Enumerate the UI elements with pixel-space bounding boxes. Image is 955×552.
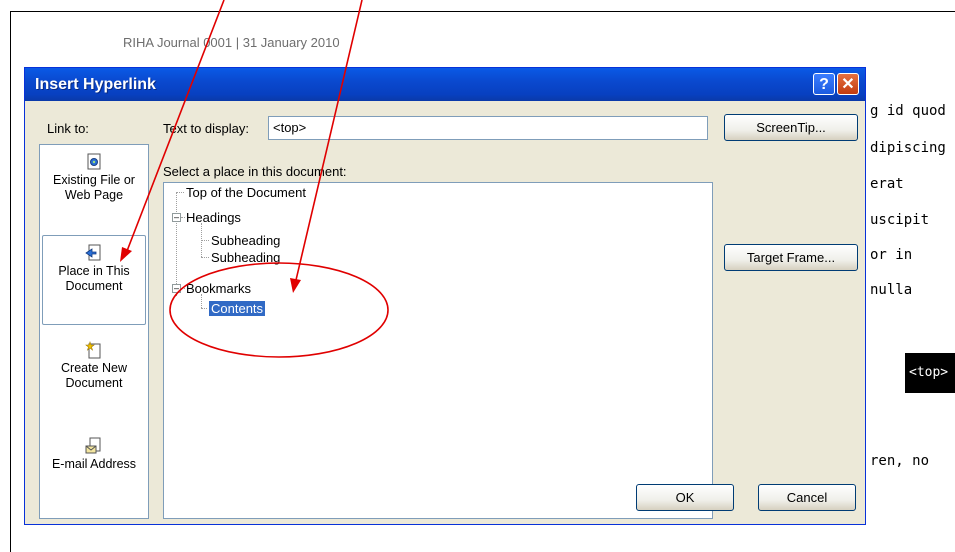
place-in-document-icon bbox=[85, 244, 101, 261]
dialog-title-bar[interactable]: Insert Hyperlink ? ✕ bbox=[25, 68, 865, 101]
document-text-line: dipiscing bbox=[870, 140, 946, 156]
tree-connector bbox=[201, 294, 202, 308]
new-document-icon bbox=[85, 341, 101, 359]
document-text-line: ren, no bbox=[870, 453, 930, 469]
tree-connector bbox=[201, 240, 209, 241]
top-bookmark-tag: <top> bbox=[905, 353, 955, 393]
tree-connector bbox=[201, 257, 209, 258]
ok-button[interactable]: OK bbox=[636, 484, 734, 511]
email-icon bbox=[85, 437, 101, 454]
tree-connector bbox=[176, 192, 177, 296]
text-to-display-label: Text to display: bbox=[163, 121, 249, 136]
tree-node-top[interactable]: Top of the Document bbox=[186, 185, 306, 200]
document-text-line: uscipit bbox=[870, 212, 930, 228]
close-button[interactable]: ✕ bbox=[837, 73, 859, 95]
tree-node-contents[interactable]: Contents bbox=[207, 300, 267, 317]
tree-node-bookmarks[interactable]: Bookmarks bbox=[186, 281, 251, 296]
text-to-display-input[interactable]: <top> bbox=[268, 116, 708, 140]
collapse-icon[interactable]: – bbox=[172, 213, 181, 222]
document-place-tree[interactable]: Top of the Document – Headings Subheadin… bbox=[163, 182, 713, 519]
document-text-line: nulla bbox=[870, 282, 913, 298]
cancel-button[interactable]: Cancel bbox=[758, 484, 856, 511]
link-option-label: Existing File or Web Page bbox=[53, 173, 135, 202]
link-option-email[interactable]: E-mail Address bbox=[40, 437, 148, 472]
tree-connector bbox=[181, 288, 185, 289]
document-text-line: or in bbox=[870, 247, 913, 263]
document-text-line: erat bbox=[870, 176, 904, 192]
link-option-label: E-mail Address bbox=[51, 457, 137, 471]
existing-file-icon bbox=[87, 153, 101, 170]
link-to-bar: Existing File or Web Page Place in This … bbox=[39, 144, 149, 519]
target-frame-button[interactable]: Target Frame... bbox=[724, 244, 858, 271]
link-option-label: Place in This Document bbox=[58, 264, 130, 293]
select-place-label: Select a place in this document: bbox=[163, 164, 347, 179]
insert-hyperlink-dialog: Insert Hyperlink ? ✕ Link to: Text to di… bbox=[24, 67, 866, 525]
collapse-icon[interactable]: – bbox=[172, 284, 181, 293]
tree-node-headings[interactable]: Headings bbox=[186, 210, 241, 225]
tree-connector bbox=[176, 192, 184, 193]
document-header: RIHA Journal 0001 | 31 January 2010 bbox=[123, 35, 340, 50]
link-option-place-in-document[interactable]: Place in This Document bbox=[42, 235, 146, 325]
tree-connector bbox=[181, 217, 185, 218]
tree-connector bbox=[201, 308, 209, 309]
tree-node-subheading[interactable]: Subheading bbox=[211, 233, 280, 248]
screentip-button[interactable]: ScreenTip... bbox=[724, 114, 858, 141]
link-option-existing-file[interactable]: Existing File or Web Page bbox=[40, 153, 148, 203]
link-option-create-new[interactable]: Create New Document bbox=[40, 341, 148, 391]
dialog-title: Insert Hyperlink bbox=[35, 76, 156, 93]
help-button[interactable]: ? bbox=[813, 73, 835, 95]
link-to-label: Link to: bbox=[47, 121, 89, 136]
link-option-label: Create New Document bbox=[61, 361, 127, 390]
tree-node-subheading[interactable]: Subheading bbox=[211, 250, 280, 265]
document-text-line: g id quod bbox=[870, 103, 946, 119]
